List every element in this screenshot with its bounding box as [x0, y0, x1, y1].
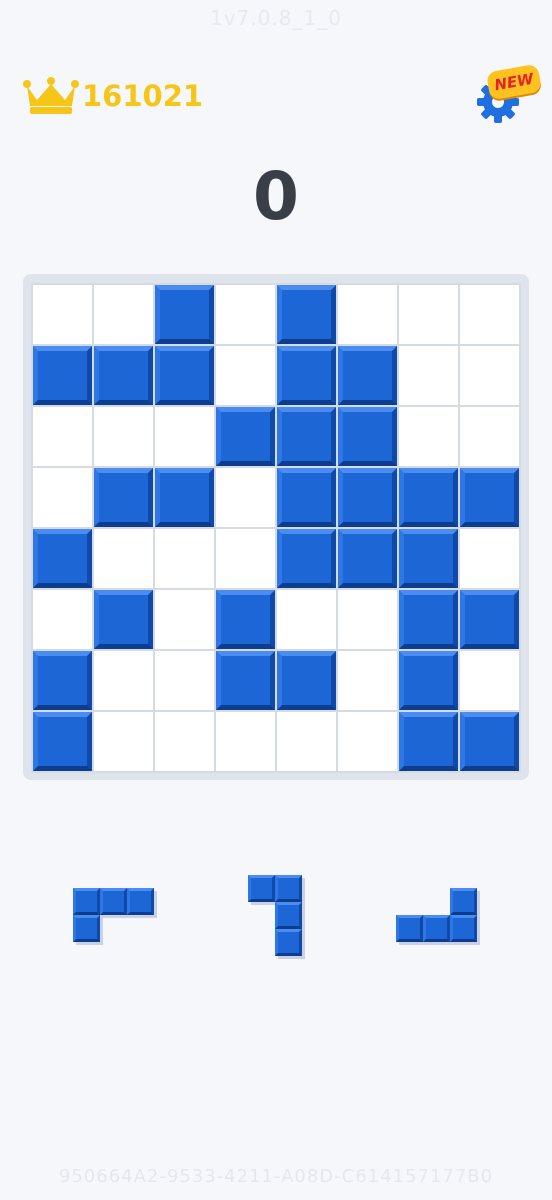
- board-cell-empty[interactable]: [216, 712, 275, 771]
- board-cell-empty[interactable]: [338, 712, 397, 771]
- board-cell-filled[interactable]: [399, 712, 458, 771]
- board-cell-empty[interactable]: [216, 346, 275, 405]
- settings-button[interactable]: NEW: [472, 63, 544, 128]
- board-cell-filled[interactable]: [94, 468, 153, 527]
- board-cell-empty[interactable]: [155, 651, 214, 710]
- board-cell-filled[interactable]: [460, 712, 519, 771]
- board-cell-filled[interactable]: [399, 529, 458, 588]
- tray-piece-1[interactable]: [73, 888, 154, 942]
- tray-piece-3[interactable]: [396, 888, 477, 942]
- board-cell-empty[interactable]: [33, 407, 92, 466]
- board-cell-empty[interactable]: [33, 590, 92, 649]
- board-cell-empty[interactable]: [155, 529, 214, 588]
- piece-block: [450, 915, 477, 942]
- board-cell-empty[interactable]: [155, 712, 214, 771]
- board-cell-empty[interactable]: [338, 590, 397, 649]
- board-cell-empty[interactable]: [460, 529, 519, 588]
- board-cell-filled[interactable]: [216, 651, 275, 710]
- piece-block: [100, 888, 127, 915]
- board-cell-filled[interactable]: [33, 651, 92, 710]
- board-cell-empty[interactable]: [94, 712, 153, 771]
- board-cell-filled[interactable]: [155, 346, 214, 405]
- board-cell-empty[interactable]: [94, 285, 153, 344]
- best-score: 161021: [22, 76, 203, 116]
- board-cell-empty[interactable]: [33, 285, 92, 344]
- piece-block: [275, 902, 302, 929]
- tray-piece-2[interactable]: [248, 875, 302, 956]
- board-cell-filled[interactable]: [338, 346, 397, 405]
- board-cell-empty[interactable]: [155, 590, 214, 649]
- game-board[interactable]: [31, 283, 521, 773]
- current-score: 0: [253, 158, 299, 235]
- board-cell-filled[interactable]: [33, 529, 92, 588]
- piece-block: [73, 888, 100, 915]
- board-cell-filled[interactable]: [399, 651, 458, 710]
- board-cell-empty[interactable]: [399, 346, 458, 405]
- board-cell-empty[interactable]: [216, 285, 275, 344]
- board-cell-empty[interactable]: [94, 407, 153, 466]
- board-cell-filled[interactable]: [216, 407, 275, 466]
- piece-block: [248, 875, 275, 902]
- board-cell-filled[interactable]: [216, 590, 275, 649]
- board-cell-filled[interactable]: [94, 346, 153, 405]
- piece-block: [396, 915, 423, 942]
- new-badge: NEW: [485, 63, 543, 101]
- board-cell-filled[interactable]: [460, 468, 519, 527]
- board-cell-empty[interactable]: [155, 407, 214, 466]
- device-id: 950664A2-9533-4211-A08D-C614157177B0: [58, 1166, 494, 1187]
- piece-block: [450, 888, 477, 915]
- version-label: 1v7.0.8_1_0: [210, 6, 342, 30]
- board-cell-empty[interactable]: [216, 468, 275, 527]
- crown-icon: [23, 77, 79, 114]
- board-cell-empty[interactable]: [399, 407, 458, 466]
- board-cell-filled[interactable]: [277, 346, 336, 405]
- board-cell-filled[interactable]: [277, 651, 336, 710]
- board-cell-filled[interactable]: [277, 529, 336, 588]
- board-cell-filled[interactable]: [338, 529, 397, 588]
- board-cell-empty[interactable]: [277, 590, 336, 649]
- board-cell-empty[interactable]: [277, 712, 336, 771]
- board-cell-filled[interactable]: [33, 712, 92, 771]
- board-cell-filled[interactable]: [155, 468, 214, 527]
- board-cell-filled[interactable]: [155, 285, 214, 344]
- piece-block: [275, 875, 302, 902]
- board-cell-filled[interactable]: [277, 407, 336, 466]
- board-cell-filled[interactable]: [277, 285, 336, 344]
- board-cell-empty[interactable]: [33, 468, 92, 527]
- board-cell-empty[interactable]: [216, 529, 275, 588]
- board-cell-empty[interactable]: [94, 651, 153, 710]
- best-score-value: 161021: [82, 79, 204, 113]
- board-cell-filled[interactable]: [33, 346, 92, 405]
- board-cell-filled[interactable]: [338, 468, 397, 527]
- board-cell-filled[interactable]: [94, 590, 153, 649]
- board-cell-empty[interactable]: [460, 651, 519, 710]
- piece-block: [423, 915, 450, 942]
- board-cell-empty[interactable]: [399, 285, 458, 344]
- board-cell-empty[interactable]: [338, 651, 397, 710]
- piece-block: [127, 888, 154, 915]
- board-cell-empty[interactable]: [460, 346, 519, 405]
- board-cell-filled[interactable]: [277, 468, 336, 527]
- piece-block: [73, 915, 100, 942]
- new-badge-label: NEW: [493, 69, 535, 95]
- board-cell-empty[interactable]: [338, 285, 397, 344]
- board-cell-empty[interactable]: [94, 529, 153, 588]
- board-cell-filled[interactable]: [460, 590, 519, 649]
- board-cell-filled[interactable]: [399, 468, 458, 527]
- board-cell-filled[interactable]: [399, 590, 458, 649]
- board-cell-empty[interactable]: [460, 285, 519, 344]
- board-cell-filled[interactable]: [338, 407, 397, 466]
- board-cell-empty[interactable]: [460, 407, 519, 466]
- piece-block: [275, 929, 302, 956]
